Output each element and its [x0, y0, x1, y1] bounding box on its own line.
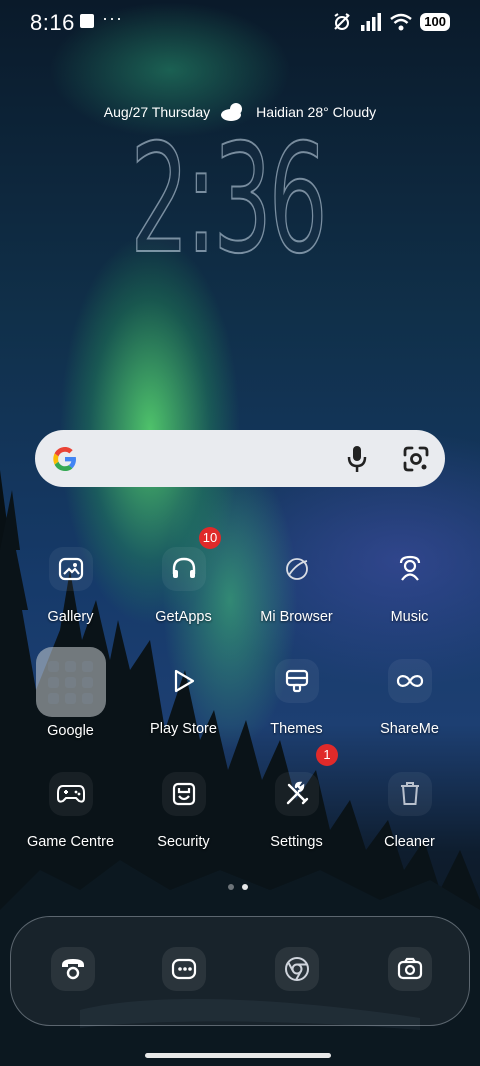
page-dot-active: [242, 884, 248, 890]
camera-icon[interactable]: [388, 947, 432, 991]
battery-indicator: 100: [420, 13, 450, 31]
app-label: Security: [157, 834, 210, 850]
app-themes[interactable]: Themes: [240, 647, 353, 737]
notification-square-icon: [80, 14, 94, 28]
app-label: Cleaner: [384, 834, 435, 850]
messages-icon[interactable]: [162, 947, 206, 991]
app-security[interactable]: Security: [127, 760, 240, 850]
page-dot: [228, 884, 234, 890]
app-cleaner[interactable]: Cleaner: [353, 760, 466, 850]
wifi-icon: [390, 13, 413, 31]
app-label: ShareMe: [380, 721, 439, 737]
app-label: Themes: [270, 721, 323, 737]
themes-icon: [274, 659, 319, 703]
security-icon: [161, 772, 206, 816]
status-bar: 8:16 ··· 100: [0, 0, 480, 48]
alarm-off-icon: [334, 13, 351, 30]
headset-icon: [161, 547, 206, 591]
status-time: 8:16: [30, 10, 75, 35]
app-label: Music: [390, 609, 429, 625]
dock: [10, 916, 470, 1026]
app-label: Game Centre: [26, 834, 115, 850]
app-play-store[interactable]: Play Store: [127, 647, 240, 737]
tools-icon: [274, 772, 319, 816]
google-search-bar[interactable]: [35, 430, 445, 487]
gesture-home-bar[interactable]: [145, 1053, 331, 1058]
infinity-icon: [387, 659, 432, 703]
app-label: GetApps: [155, 609, 212, 625]
app-getapps[interactable]: GetApps 10: [127, 527, 240, 625]
folder-icon: [35, 647, 106, 717]
gamepad-icon: [48, 772, 93, 816]
phone-icon[interactable]: [51, 947, 95, 991]
chrome-icon[interactable]: [275, 947, 319, 991]
app-gallery[interactable]: Gallery: [14, 535, 127, 625]
folder-google[interactable]: Google: [14, 647, 127, 739]
image-icon: [48, 547, 93, 591]
more-notifications-icon: ···: [102, 8, 123, 28]
notification-badge: 1: [316, 744, 338, 766]
signal-icon: [361, 13, 382, 31]
app-label: Gallery: [47, 609, 94, 625]
music-person-icon: [388, 547, 432, 591]
google-lens-icon[interactable]: [401, 444, 431, 474]
clock-time: 2:36: [129, 113, 328, 287]
app-game-centre[interactable]: Game Centre: [14, 760, 127, 850]
app-music[interactable]: Music: [353, 535, 466, 625]
page-indicator[interactable]: [228, 884, 248, 890]
app-mi-browser[interactable]: Mi Browser: [240, 535, 353, 625]
notification-badge: 10: [199, 527, 221, 549]
app-label: Settings: [270, 834, 323, 850]
app-label: Mi Browser: [260, 609, 333, 625]
play-icon: [162, 659, 206, 703]
app-label: Play Store: [150, 721, 217, 737]
app-settings[interactable]: Settings 1: [240, 744, 353, 850]
planet-icon: [275, 547, 319, 591]
app-label: Google: [47, 723, 94, 739]
microphone-icon[interactable]: [343, 444, 371, 474]
clock-widget[interactable]: 2:36: [129, 113, 350, 287]
trash-icon: [387, 772, 432, 816]
google-g-icon: [53, 447, 76, 471]
app-shareme[interactable]: ShareMe: [353, 647, 466, 737]
